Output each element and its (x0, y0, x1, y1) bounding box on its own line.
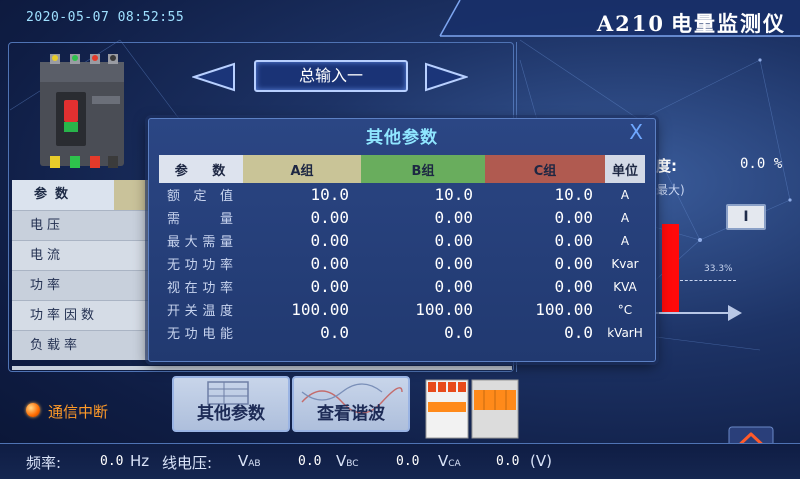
vab-label: VAB (238, 452, 261, 470)
bg-row: 电压 (12, 210, 152, 240)
breaker-image (40, 54, 124, 168)
col-header-a: A组 (243, 155, 361, 183)
vca-symbol: V (438, 452, 449, 470)
cell-unit: A (620, 210, 630, 225)
title-text: 电量监测仪 (671, 11, 786, 36)
chart-axis-arrow (728, 305, 742, 321)
cell-c: 0.0 (564, 323, 593, 342)
other-params-label: 其他参数 (197, 404, 265, 424)
cell-c: 0.00 (554, 231, 593, 250)
next-arrow-icon[interactable] (424, 62, 468, 92)
vab-subscript: AB (248, 459, 261, 469)
vca-value: 0.0 (496, 454, 520, 469)
datetime: 2020-05-07 08:52:55 (26, 10, 185, 25)
cell-b: 0.00 (434, 208, 473, 227)
freq-value: 0.0 (100, 454, 124, 469)
load-rate-sub: 最大) (656, 183, 685, 197)
params-table: 参 数 A组 B组 C组 单位 额定值 10.0 10.0 10.0 A 需量 (159, 155, 645, 344)
table-row: 额定值 10.0 10.0 10.0 A (159, 183, 645, 206)
close-icon[interactable]: X (629, 121, 643, 143)
vbc-subscript: BC (346, 459, 359, 469)
row-label: 无功电能 (167, 327, 235, 342)
cell-unit: kVarH (607, 325, 643, 340)
table-row: 最大需量 0.00 0.00 0.00 A (159, 229, 645, 252)
vab-value: 0.0 (298, 454, 322, 469)
vab-symbol: V (238, 452, 249, 470)
surge-protector-image (425, 379, 519, 439)
row-label: 开关温度 (167, 304, 235, 319)
cell-unit: Kvar (611, 256, 639, 271)
vca-subscript: CA (448, 459, 461, 469)
bg-row: 功率 (12, 270, 152, 300)
page-title: A210 电量监测仪 (597, 8, 786, 38)
cell-b: 100.00 (415, 300, 473, 319)
cell-unit: °C (617, 302, 633, 317)
cell-b: 10.0 (434, 185, 473, 204)
cell-a: 100.00 (291, 300, 349, 319)
row-label: 最大需量 (167, 235, 235, 250)
bg-row: 电流 (12, 240, 152, 270)
current-circuit-title: 总输入一 (254, 60, 408, 92)
row-label: 无功功率 (167, 258, 235, 273)
vbc-value: 0.0 (396, 454, 420, 469)
cell-a: 0.0 (320, 323, 349, 342)
reference-line (680, 280, 736, 281)
table-row: 无功电能 0.0 0.0 0.0 kVarH (159, 321, 645, 344)
comm-status: 通信中断 (48, 403, 109, 421)
load-rate-value: 0.0 % (740, 156, 783, 172)
row-label: 视在功率 (167, 281, 235, 296)
col-header-c: C组 (485, 155, 605, 183)
other-params-dialog: 其他参数 X 参 数 A组 B组 C组 单位 额定值 10.0 10.0 10.… (148, 118, 656, 362)
reference-label: 33.3% (704, 264, 733, 274)
cell-a: 0.00 (310, 277, 349, 296)
vbc-symbol: V (336, 452, 347, 470)
cell-a: 0.00 (310, 231, 349, 250)
table-row: 开关温度 100.00 100.00 100.00 °C (159, 298, 645, 321)
status-dot-icon (26, 403, 40, 417)
other-params-button[interactable]: 其他参数 (172, 376, 290, 432)
view-harmonics-button[interactable]: 查看谐波 (292, 376, 410, 432)
load-rate-label: 度: (656, 157, 677, 175)
bg-table-strip (12, 366, 512, 370)
vbc-label: VBC (336, 452, 359, 470)
model-code: A210 (596, 11, 665, 36)
cell-c: 0.00 (554, 277, 593, 296)
bg-row: 负载率 (12, 330, 152, 360)
vca-label: VCA (438, 452, 461, 470)
cell-b: 0.00 (434, 231, 473, 250)
cell-c: 10.0 (554, 185, 593, 204)
cell-unit: A (620, 233, 630, 248)
freq-unit: Hz (130, 452, 150, 470)
bg-row: 功率因数 (12, 300, 152, 330)
view-harmonics-label: 查看谐波 (317, 404, 385, 424)
col-header-param: 参 数 (159, 155, 243, 183)
cell-unit: A (620, 187, 630, 202)
freq-label: 频率: (26, 454, 62, 472)
dialog-title: 其他参数 (366, 128, 438, 148)
row-label: 额定值 (167, 189, 235, 204)
bg-table-header-col-a (114, 180, 150, 210)
cell-a: 0.00 (310, 208, 349, 227)
cell-c: 100.00 (535, 300, 593, 319)
table-row: 无功功率 0.00 0.00 0.00 Kvar (159, 252, 645, 275)
table-row: 需量 0.00 0.00 0.00 A (159, 206, 645, 229)
volt-unit: (V) (530, 452, 552, 470)
cell-a: 0.00 (310, 254, 349, 273)
phase-select-button[interactable]: I (726, 204, 766, 230)
col-header-b: B组 (361, 155, 485, 183)
cell-c: 0.00 (554, 208, 593, 227)
line-voltage-label: 线电压: (162, 454, 213, 472)
cell-b: 0.0 (444, 323, 473, 342)
prev-arrow-icon[interactable] (192, 62, 236, 92)
table-row: 视在功率 0.00 0.00 0.00 KVA (159, 275, 645, 298)
cell-c: 0.00 (554, 254, 593, 273)
col-header-unit: 单位 (605, 155, 645, 183)
cell-b: 0.00 (434, 254, 473, 273)
cell-b: 0.00 (434, 277, 473, 296)
cell-unit: KVA (613, 279, 637, 294)
cell-a: 10.0 (310, 185, 349, 204)
row-label: 需量 (167, 212, 235, 227)
load-bar (662, 224, 679, 312)
